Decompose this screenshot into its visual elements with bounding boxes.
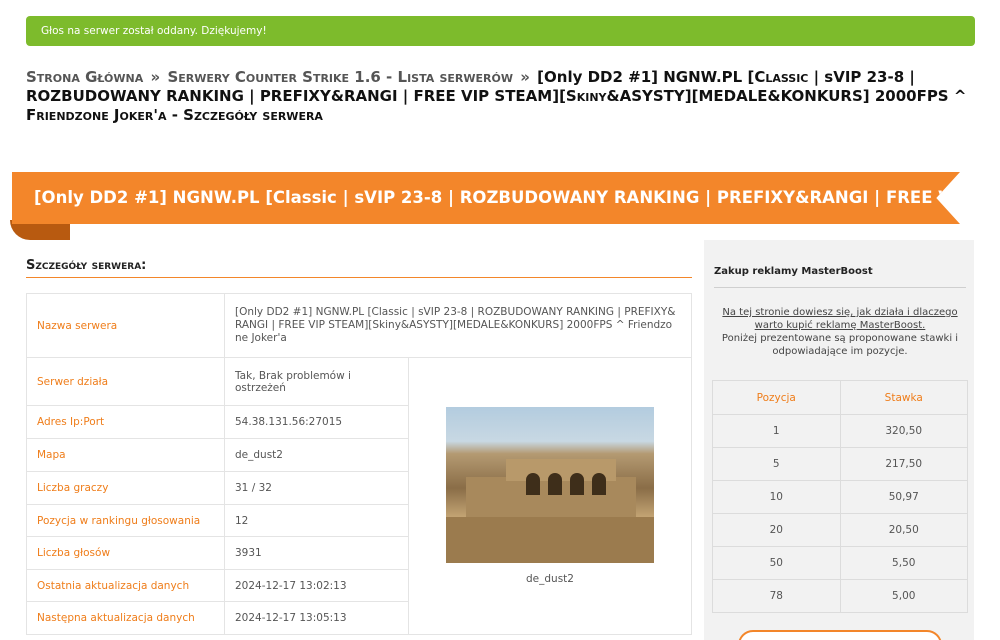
rate-value: 217,50 (839, 447, 968, 481)
map-caption: de_dust2 (526, 573, 574, 585)
rate-position: 10 (712, 480, 841, 514)
rate-position: 5 (712, 447, 841, 481)
rate-value: 5,50 (839, 546, 968, 580)
rates-table: Pozycja Stawka 1 320,50 5 217,50 10 50,9… (712, 380, 968, 613)
row-value: Tak, Brak problemów i ostrzeżeń (224, 357, 409, 406)
breadcrumb-separator: » (150, 68, 161, 86)
row-value: 3931 (224, 536, 409, 570)
row-value: 2024-12-17 13:02:13 (224, 569, 409, 602)
banner-title: [Only DD2 #1] NGNW.PL [Classic | sVIP 23… (12, 172, 960, 224)
table-row: 1 320,50 (712, 414, 968, 448)
row-value: 54.38.131.56:27015 (224, 405, 409, 439)
rate-value: 50,97 (839, 480, 968, 514)
sidebar-description: Poniżej prezentowane są proponowane staw… (721, 333, 959, 357)
masterboost-sidebar: Zakup reklamy MasterBoost Na tej stronie… (704, 240, 974, 640)
map-preview-cell: de_dust2 (408, 357, 692, 635)
server-details-table: Nazwa serwera [Only DD2 #1] NGNW.PL [Cla… (26, 293, 692, 635)
table-row: 78 5,00 (712, 579, 968, 613)
map-preview-image (446, 407, 654, 563)
row-label: Serwer działa (26, 357, 225, 406)
row-value: 2024-12-17 13:05:13 (224, 601, 409, 635)
row-label: Liczba graczy (26, 471, 225, 505)
table-row: 10 50,97 (712, 480, 968, 514)
column-header-rate: Stawka (839, 380, 968, 415)
sidebar-action-button[interactable] (738, 630, 942, 640)
table-row: 5 217,50 (712, 447, 968, 481)
vote-success-alert: Głos na serwer został oddany. Dziękujemy… (26, 16, 975, 46)
breadcrumb-separator: » (520, 68, 530, 86)
row-label: Ostatnia aktualizacja danych (26, 569, 225, 602)
table-row: 50 5,50 (712, 546, 968, 580)
rate-value: 320,50 (839, 414, 968, 448)
breadcrumb-home-link[interactable]: Strona Główna (26, 68, 143, 86)
table-row: 20 20,50 (712, 513, 968, 547)
rate-value: 20,50 (839, 513, 968, 547)
rate-position: 78 (712, 579, 841, 613)
row-label: Mapa (26, 438, 225, 472)
section-title: Szczegóły serwera: (26, 258, 692, 278)
row-label: Następna aktualizacja danych (26, 601, 225, 635)
server-title-banner: [Only DD2 #1] NGNW.PL [Classic | sVIP 23… (6, 172, 960, 242)
row-label: Nazwa serwera (26, 293, 225, 358)
server-name-value: [Only DD2 #1] NGNW.PL [Classic | sVIP 23… (224, 293, 692, 358)
breadcrumb: Strona Główna » Serwery Counter Strike 1… (26, 68, 976, 125)
masterboost-info-link[interactable]: Na tej stronie dowiesz się, jak działa i… (714, 306, 966, 332)
row-value: 31 / 32 (224, 471, 409, 505)
sidebar-title: Zakup reklamy MasterBoost (714, 266, 966, 288)
alert-message: Głos na serwer został oddany. Dziękujemy… (41, 25, 267, 37)
rate-value: 5,00 (839, 579, 968, 613)
table-header-row: Pozycja Stawka (712, 380, 968, 415)
column-header-position: Pozycja (712, 380, 841, 415)
row-label: Adres Ip:Port (26, 405, 225, 439)
row-value: 12 (224, 504, 409, 537)
table-row: Serwer działa Tak, Brak problemów i ostr… (26, 357, 692, 635)
rate-position: 50 (712, 546, 841, 580)
row-label: Pozycja w rankingu głosowania (26, 504, 225, 537)
rate-position: 20 (712, 513, 841, 547)
row-label: Liczba głosów (26, 536, 225, 570)
row-value: de_dust2 (224, 438, 409, 472)
breadcrumb-server-list-link[interactable]: Serwery Counter Strike 1.6 - Lista serwe… (167, 68, 513, 86)
rate-position: 1 (712, 414, 841, 448)
table-row: Nazwa serwera [Only DD2 #1] NGNW.PL [Cla… (26, 293, 692, 358)
